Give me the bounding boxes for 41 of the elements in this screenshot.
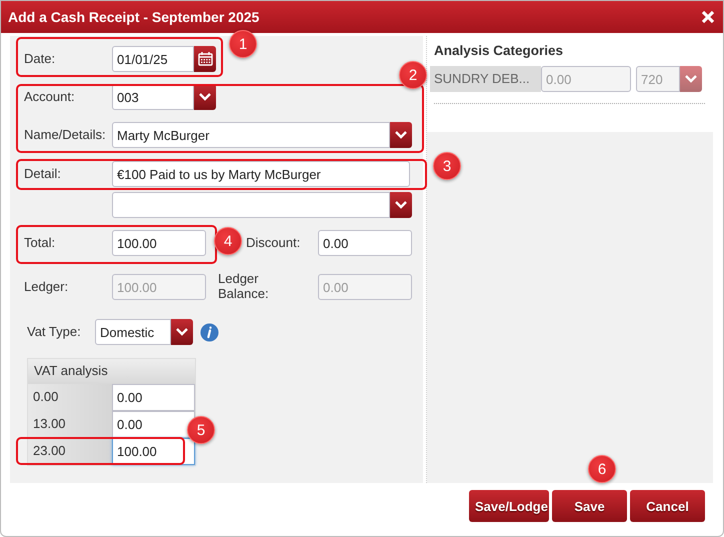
table-cell: 13.00 xyxy=(28,411,112,438)
chevron-down-icon xyxy=(176,328,188,336)
field-label: Total: xyxy=(24,236,56,250)
table-cell: 0.00 xyxy=(28,384,112,411)
field-label: Detail: xyxy=(24,166,62,182)
action-button[interactable]: Save xyxy=(552,490,627,522)
input-field[interactable]: 0.00 xyxy=(318,230,412,256)
dropdown-button[interactable] xyxy=(390,192,412,218)
table-header: VAT analysis xyxy=(28,359,195,384)
select-field[interactable] xyxy=(112,192,390,218)
field-label: Date: xyxy=(24,52,56,66)
chevron-down-icon xyxy=(395,131,407,139)
dropdown-button[interactable] xyxy=(171,319,193,345)
input-field[interactable]: 100.00 xyxy=(112,230,206,256)
action-button[interactable]: Save/Lodge xyxy=(469,490,549,522)
table-cell: SUNDRY DEB... xyxy=(430,66,541,92)
field-label: Vat Type: xyxy=(27,324,82,340)
dropdown-button[interactable] xyxy=(390,122,412,148)
input-field[interactable]: 01/01/25 xyxy=(112,46,194,72)
chevron-down-icon xyxy=(199,93,211,101)
chevron-down-icon xyxy=(685,75,697,83)
window-title: Add a Cash Receipt - September 2025 xyxy=(8,9,260,25)
input-field[interactable]: 003 xyxy=(112,84,194,110)
field-label: Ledger Balance: xyxy=(218,272,270,302)
field-label: Ledger: xyxy=(24,280,70,294)
dropdown-button[interactable] xyxy=(194,84,216,110)
close-button[interactable] xyxy=(699,8,717,26)
section-title: Analysis Categories xyxy=(434,43,564,58)
info-icon[interactable] xyxy=(200,322,219,342)
calendar-icon xyxy=(198,52,212,66)
field-label: Account: xyxy=(24,90,76,104)
field-label: Discount: xyxy=(246,236,302,250)
field-label: Name/Details: xyxy=(24,128,107,142)
input-field[interactable]: Marty McBurger xyxy=(112,122,390,148)
input-field[interactable]: 0.00 xyxy=(112,384,195,411)
input-field[interactable]: Domestic xyxy=(95,319,171,345)
chevron-down-icon xyxy=(395,201,407,209)
action-button[interactable]: Cancel xyxy=(630,490,705,522)
input-field[interactable]: €100 Paid to us by Marty McBurger xyxy=(112,161,410,187)
input-field[interactable]: 0.00 xyxy=(112,411,195,438)
calendar-button[interactable] xyxy=(194,46,216,72)
